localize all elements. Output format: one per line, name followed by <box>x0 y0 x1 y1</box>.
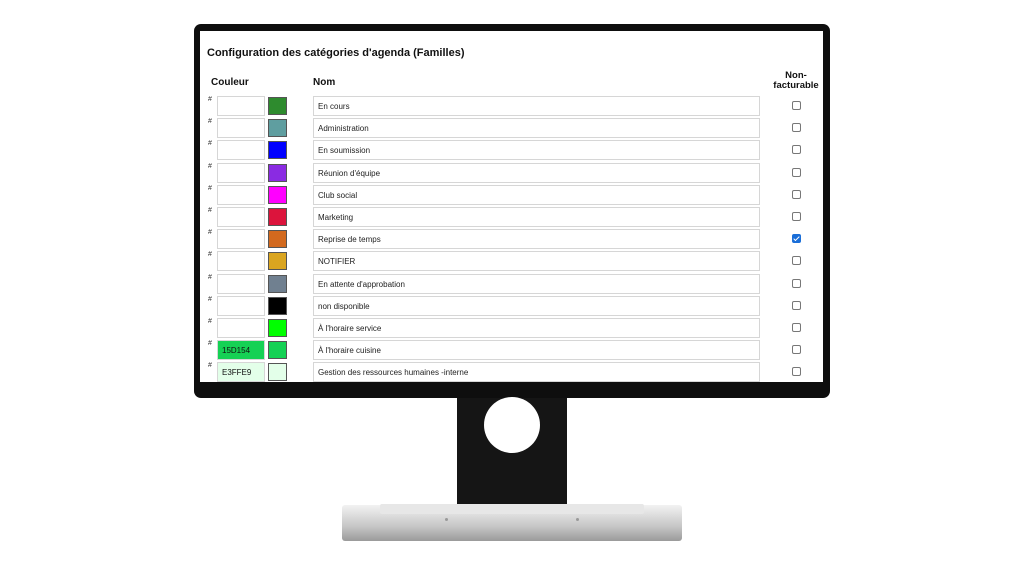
nonbillable-checkbox[interactable] <box>792 256 801 266</box>
nonbillable-checkbox[interactable] <box>792 367 801 377</box>
hex-color-input[interactable]: 15D154 <box>217 340 265 361</box>
category-name-input[interactable]: Gestion des ressources humaines -interne <box>313 362 760 382</box>
category-row: # Réunion d'équipe <box>200 162 823 185</box>
nonbillable-checkbox[interactable] <box>792 145 801 155</box>
hash-symbol: # <box>208 229 212 237</box>
column-header-color: Couleur <box>211 77 249 88</box>
stand-screw <box>445 518 448 521</box>
color-swatch[interactable] <box>268 141 287 160</box>
hash-symbol: # <box>208 162 212 170</box>
hash-symbol: # <box>208 340 212 348</box>
nonbillable-checkbox[interactable] <box>792 300 801 310</box>
category-name-input[interactable]: Reprise de temps <box>313 229 760 250</box>
hex-color-input[interactable] <box>217 273 265 294</box>
color-swatch[interactable] <box>268 163 287 182</box>
category-row: # NOTIFIER <box>200 251 823 273</box>
hex-color-input[interactable] <box>217 140 265 161</box>
hash-symbol: # <box>208 207 212 214</box>
category-row: # En cours <box>200 96 823 118</box>
hex-color-input[interactable] <box>217 251 265 272</box>
hex-color-input[interactable]: E3FFE9 <box>217 362 265 382</box>
color-swatch[interactable] <box>268 341 287 360</box>
hash-symbol: # <box>208 362 212 370</box>
nonbillable-checkbox[interactable] <box>792 345 801 355</box>
category-name-input[interactable]: À l'horaire cuisine <box>313 340 760 361</box>
nonbillable-checkbox[interactable] <box>792 101 801 110</box>
hash-symbol: # <box>208 295 212 303</box>
color-swatch[interactable] <box>268 97 287 115</box>
nonbillable-checkbox[interactable] <box>792 167 801 177</box>
nonbillable-checkbox[interactable] <box>792 234 801 244</box>
color-swatch[interactable] <box>268 274 287 293</box>
hex-color-input[interactable] <box>217 184 265 205</box>
hash-symbol: # <box>208 251 212 259</box>
hex-color-input[interactable] <box>217 207 265 227</box>
color-swatch[interactable] <box>268 319 287 337</box>
color-swatch[interactable] <box>268 230 287 249</box>
hex-color-input[interactable] <box>217 96 265 116</box>
category-name-input[interactable]: À l'horaire service <box>313 318 760 338</box>
stand-screw <box>576 518 579 521</box>
page-title: Configuration des catégories d'agenda (F… <box>207 47 465 59</box>
color-swatch[interactable] <box>268 119 287 138</box>
hex-color-input[interactable] <box>217 318 265 338</box>
color-swatch[interactable] <box>268 252 287 271</box>
column-header-name: Nom <box>313 77 336 88</box>
category-row: # Club social <box>200 184 823 207</box>
category-name-input[interactable]: Administration <box>313 118 760 139</box>
nonbillable-checkbox[interactable] <box>792 123 801 133</box>
nonbillable-checkbox[interactable] <box>792 323 801 332</box>
category-row: # Administration <box>200 118 823 140</box>
hash-symbol: # <box>208 273 212 281</box>
category-row: # À l'horaire service <box>200 318 823 340</box>
category-name-input[interactable]: NOTIFIER <box>313 251 760 272</box>
hex-color-input[interactable] <box>217 118 265 139</box>
hex-color-input[interactable] <box>217 295 265 316</box>
category-row: # E3FFE9 Gestion des ressources humaines -… <box>200 362 823 382</box>
category-row: # En attente d'approbation <box>200 273 823 296</box>
category-row: # En soumission <box>200 140 823 162</box>
nonbillable-checkbox[interactable] <box>792 278 801 288</box>
column-header-nonbillable: Non- facturable <box>768 71 823 91</box>
category-name-input[interactable]: Club social <box>313 184 760 205</box>
monitor-stand-cable-hole <box>484 397 540 453</box>
category-row: # Reprise de temps <box>200 229 823 251</box>
category-name-input[interactable]: Réunion d'équipe <box>313 162 760 183</box>
nonbillable-checkbox[interactable] <box>792 212 801 221</box>
category-name-input[interactable]: En cours <box>313 96 760 116</box>
category-row: # non disponible <box>200 295 823 318</box>
category-name-input[interactable]: En attente d'approbation <box>313 273 760 294</box>
category-row: #15D154 À l'horaire cuisine <box>200 340 823 362</box>
column-header-nonbillable-line2: facturable <box>773 80 819 91</box>
color-swatch[interactable] <box>268 363 287 382</box>
category-row: # Marketing <box>200 207 823 229</box>
category-name-input[interactable]: En soumission <box>313 140 760 161</box>
hex-color-input[interactable] <box>217 162 265 183</box>
monitor-stand-base-top <box>380 504 644 514</box>
app-screen: Configuration des catégories d'agenda (F… <box>200 31 823 382</box>
nonbillable-checkbox[interactable] <box>792 189 801 199</box>
color-swatch[interactable] <box>268 296 287 315</box>
category-name-input[interactable]: non disponible <box>313 295 760 316</box>
hash-symbol: # <box>208 318 212 325</box>
color-swatch[interactable] <box>268 185 287 204</box>
hash-symbol: # <box>208 118 212 126</box>
color-swatch[interactable] <box>268 208 287 226</box>
category-name-input[interactable]: Marketing <box>313 207 760 227</box>
hash-symbol: # <box>208 96 212 103</box>
hex-color-input[interactable] <box>217 229 265 250</box>
hash-symbol: # <box>208 184 212 192</box>
hash-symbol: # <box>208 140 212 148</box>
